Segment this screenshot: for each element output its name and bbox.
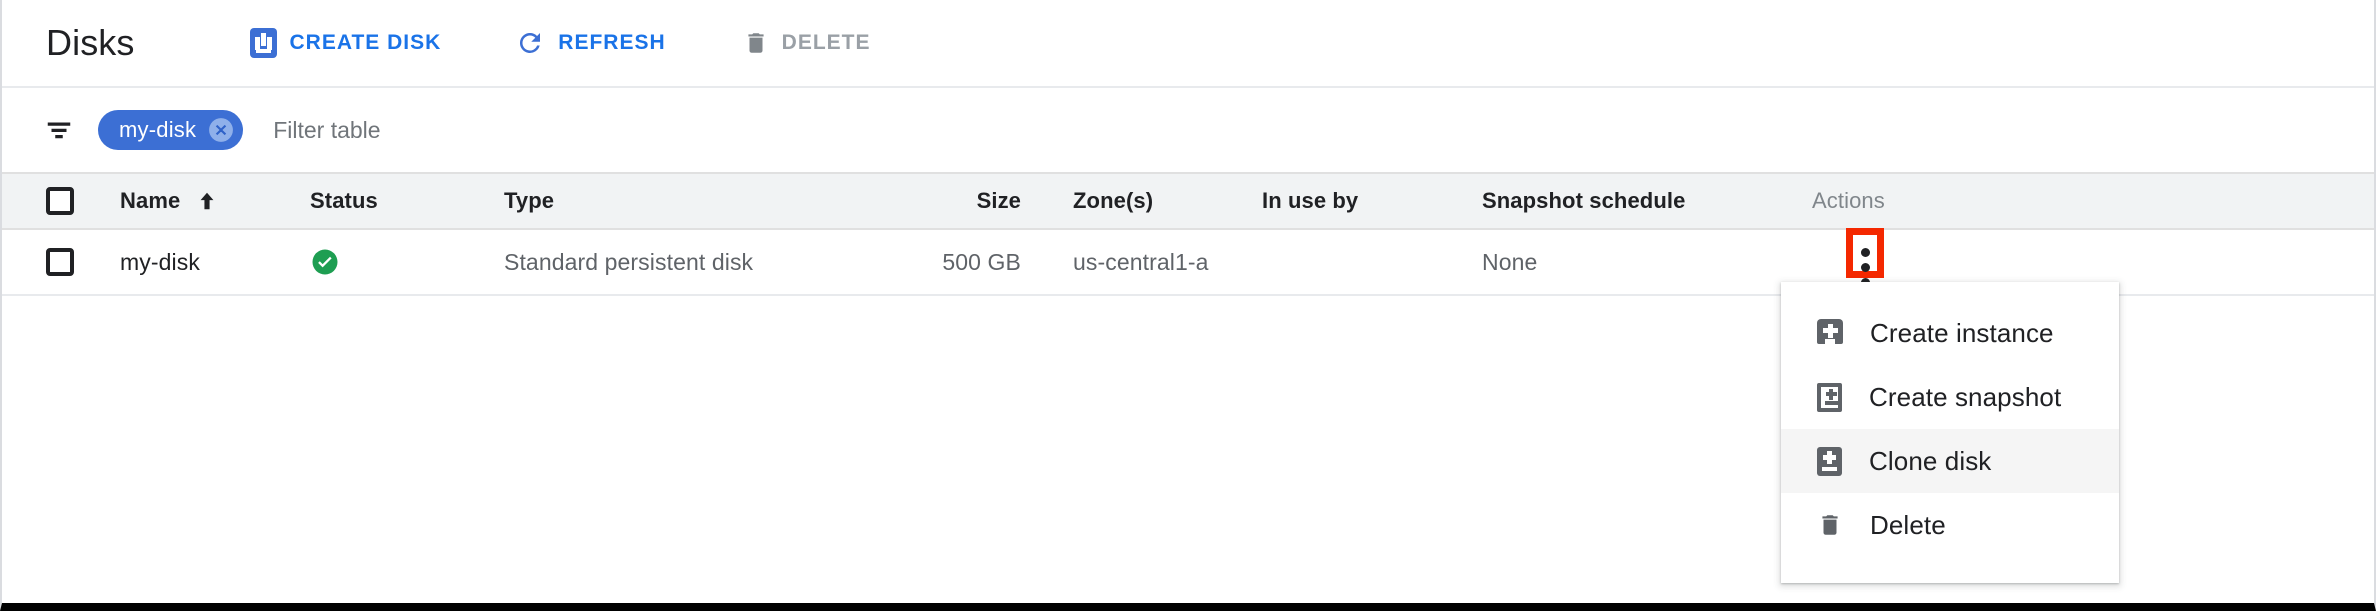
column-header-snapshot-schedule[interactable]: Snapshot schedule [1482, 188, 1812, 214]
filter-bar: my-disk [2, 86, 2374, 172]
page-toolbar: Disks CREATE DISK REFRESH DELETE [2, 0, 2374, 86]
menu-item-clone-disk-label: Clone disk [1869, 445, 1992, 476]
delete-label: DELETE [781, 31, 871, 54]
menu-item-create-instance[interactable]: Create instance [1781, 301, 2119, 365]
column-header-zone[interactable]: Zone(s) [1037, 188, 1262, 214]
row-checkbox[interactable] [46, 248, 74, 276]
filter-chip-my-disk[interactable]: my-disk [98, 110, 244, 150]
trash-icon [748, 33, 764, 53]
clone-disk-icon [1817, 446, 1842, 476]
refresh-button[interactable]: REFRESH [505, 20, 675, 66]
row-select-cell [2, 248, 120, 276]
close-circle-icon[interactable] [208, 117, 234, 143]
kebab-dot-1 [1860, 247, 1870, 257]
cell-snapshot-schedule: None [1482, 248, 1538, 275]
menu-item-create-instance-label: Create instance [1870, 317, 2054, 348]
cell-name[interactable]: my-disk [120, 249, 310, 276]
cell-type: Standard persistent disk [504, 248, 754, 275]
page-title: Disks [46, 22, 135, 63]
select-all-cell [2, 187, 120, 215]
delete-button[interactable]: DELETE [733, 20, 881, 66]
column-header-in-use-by[interactable]: In use by [1262, 188, 1482, 214]
select-all-checkbox[interactable] [46, 187, 74, 215]
menu-item-clone-disk[interactable]: Clone disk [1781, 429, 2119, 493]
create-snapshot-icon [1817, 382, 1842, 412]
menu-item-delete[interactable]: Delete [1781, 493, 2119, 557]
column-header-name-label: Name [120, 188, 181, 213]
create-instance-icon [1817, 318, 1843, 348]
table-header-row: Name Status Type Size Zone(s) In use by … [2, 172, 2374, 230]
refresh-label: REFRESH [558, 31, 666, 54]
column-header-type[interactable]: Type [504, 188, 884, 214]
actions-dropdown-menu: Create instance Create snapshot Clone di… [1781, 282, 2119, 583]
check-circle-icon [312, 249, 338, 275]
column-header-status[interactable]: Status [310, 188, 504, 214]
filter-icon[interactable] [44, 115, 74, 145]
column-header-size[interactable]: Size [884, 172, 1037, 230]
cell-zone: us-central1-a [1073, 248, 1209, 275]
cell-size: 500 GB [942, 249, 1021, 275]
column-header-name[interactable]: Name [120, 188, 310, 214]
column-header-actions: Actions [1812, 188, 1885, 213]
filter-chip-label: my-disk [119, 117, 197, 142]
create-disk-label: CREATE DISK [289, 31, 442, 54]
menu-item-delete-label: Delete [1870, 509, 1946, 540]
trash-icon [1822, 515, 1838, 535]
menu-item-create-snapshot[interactable]: Create snapshot [1781, 365, 2119, 429]
arrow-up-icon [200, 192, 214, 210]
refresh-icon [520, 32, 541, 53]
create-disk-icon [249, 28, 277, 58]
filter-table-input[interactable] [273, 116, 914, 144]
menu-item-create-snapshot-label: Create snapshot [1869, 381, 2062, 412]
cell-status [310, 247, 504, 277]
disks-table: Name Status Type Size Zone(s) In use by … [2, 172, 2374, 296]
disks-page: Disks CREATE DISK REFRESH DELETE my-disk [0, 0, 2376, 611]
kebab-dot-2 [1860, 262, 1870, 272]
create-disk-button[interactable]: CREATE DISK [240, 20, 452, 66]
